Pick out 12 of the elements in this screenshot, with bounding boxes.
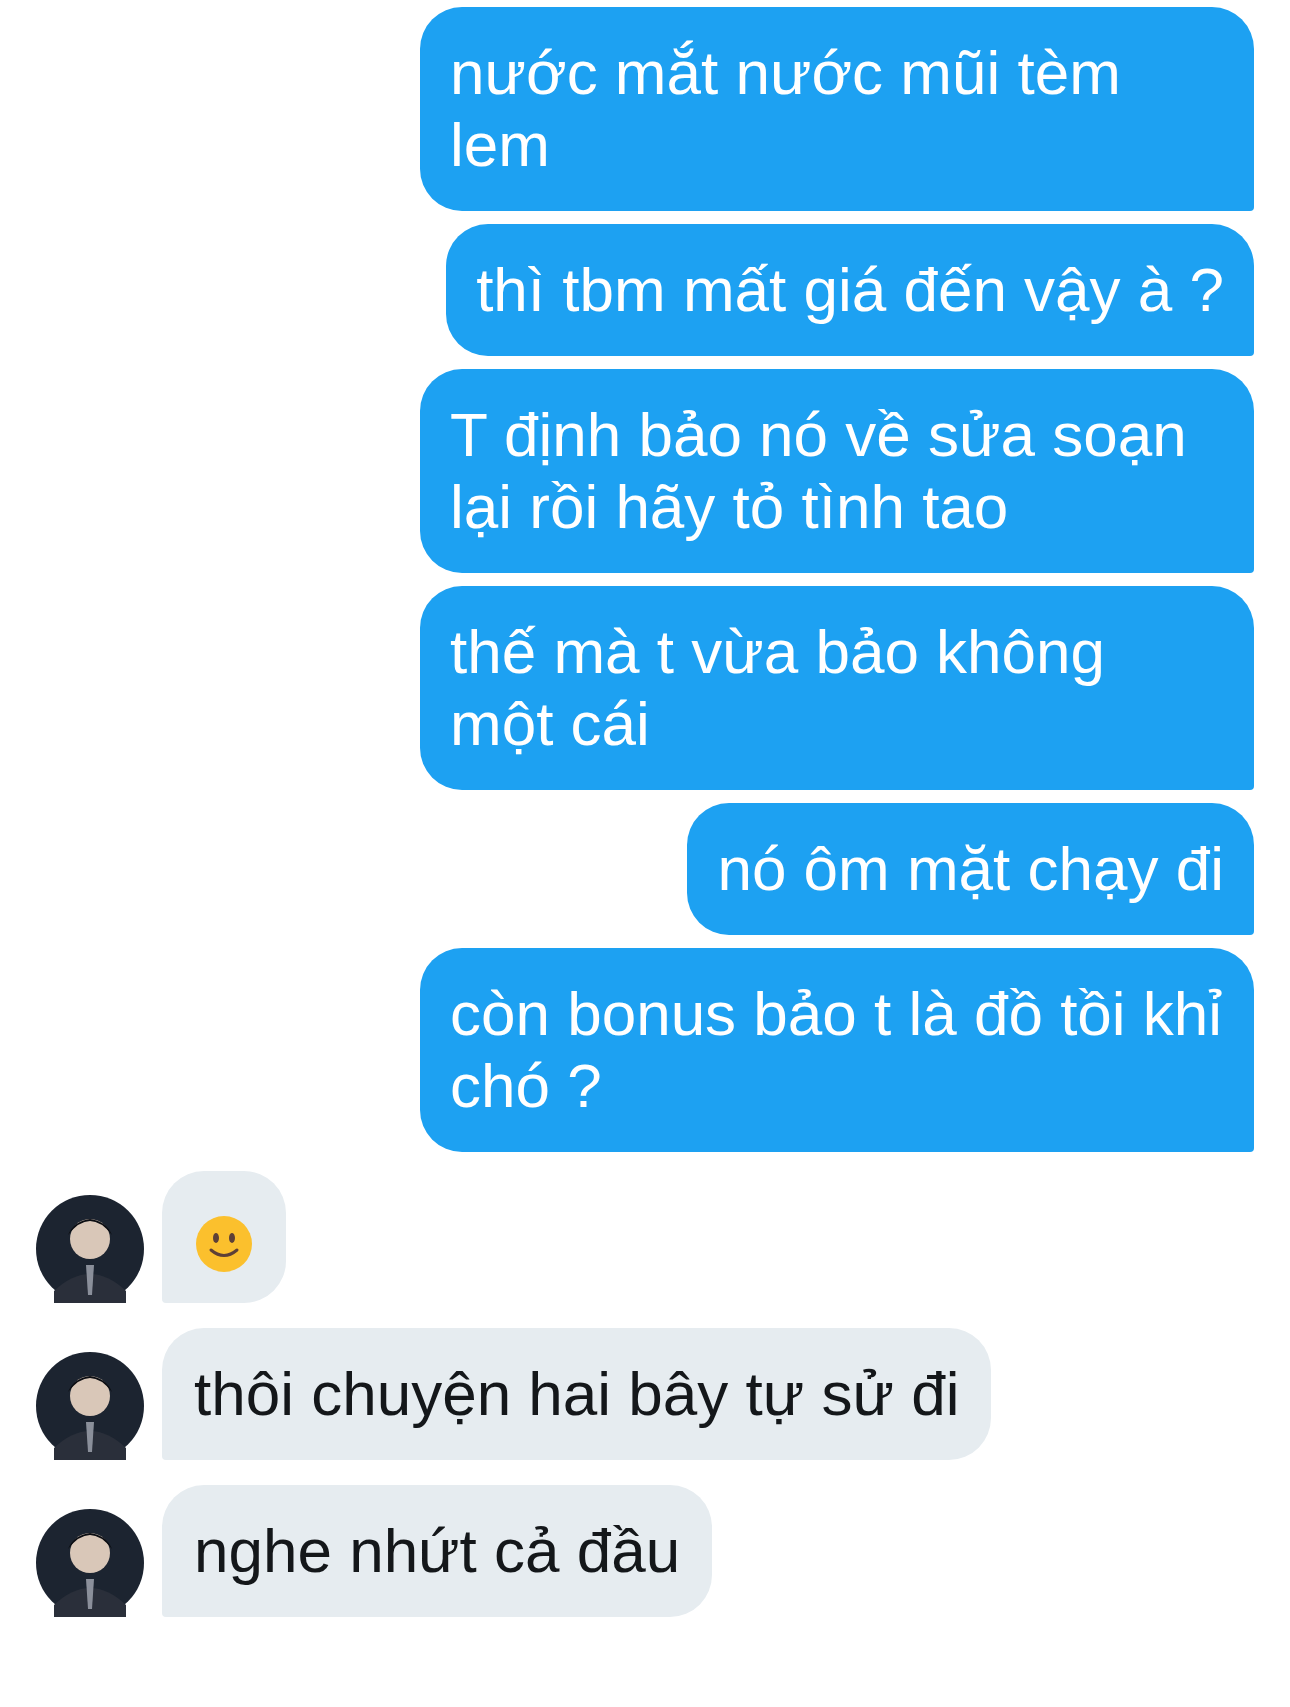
avatar[interactable] xyxy=(36,1509,144,1617)
message-bubble: nước mắt nước mũi tèm lem xyxy=(420,7,1254,211)
message-bubble: thế mà t vừa bảo không một cái xyxy=(420,586,1254,790)
message-bubble: còn bonus bảo t là đồ tồi khỉ chó ? xyxy=(420,948,1254,1152)
message-bubble: T định bảo nó về sửa soạn lại rồi hãy tỏ tình tao xyxy=(420,369,1254,573)
message-bubble: nó ôm mặt chạy đi xyxy=(687,803,1254,935)
message-bubble: thì tbm mất giá đến vậy à ? xyxy=(446,224,1254,356)
message-bubble: nghe nhứt cả đầu xyxy=(162,1485,713,1617)
avatar[interactable] xyxy=(36,1352,144,1460)
smiley-icon xyxy=(195,1215,253,1273)
avatar[interactable] xyxy=(36,1195,144,1303)
message-bubble: thôi chuyện hai bây tự sử đi xyxy=(162,1328,992,1460)
